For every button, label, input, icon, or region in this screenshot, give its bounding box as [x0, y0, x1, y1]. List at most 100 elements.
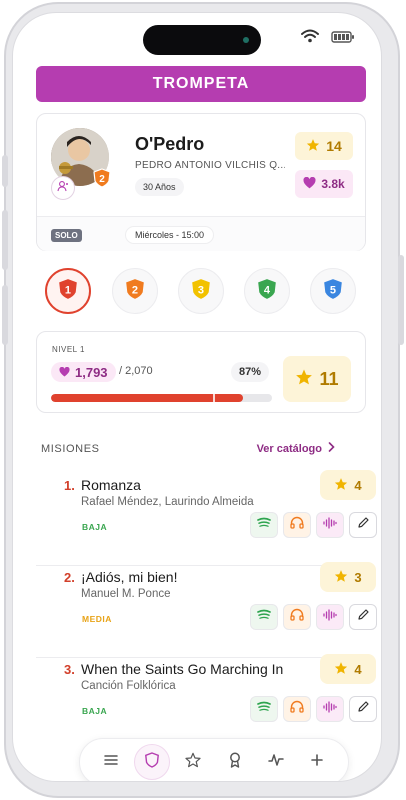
phone-power-button	[398, 255, 404, 345]
spotify-icon	[257, 700, 271, 718]
mission-item[interactable]: 1. Romanza Rafael Méndez, Laurindo Almei…	[36, 470, 377, 566]
spotify-button[interactable]	[250, 512, 278, 538]
listen-button[interactable]	[283, 512, 311, 538]
spotify-button[interactable]	[250, 604, 278, 630]
level-label: NIVEL 1	[52, 345, 85, 354]
spotify-button[interactable]	[250, 696, 278, 722]
phone-volume-up	[2, 210, 8, 270]
dynamic-island	[143, 25, 261, 55]
mission-artist: Manuel M. Ponce	[81, 588, 171, 600]
nav-favorites[interactable]	[175, 744, 211, 780]
nav-activity[interactable]	[258, 744, 294, 780]
app-screen: TROMPETA 2 O'Pedro PEDRO ANTONIO VILCHIS…	[12, 12, 382, 782]
mission-difficulty: BAJA	[82, 706, 108, 716]
mission-item[interactable]: 2. ¡Adiós, mi bien! Manuel M. Ponce MEDI…	[36, 562, 377, 658]
pencil-icon	[357, 516, 370, 534]
mission-stars-count: 4	[354, 477, 362, 493]
shield-icon: 3	[191, 278, 211, 305]
user-icon	[57, 179, 69, 197]
star-icon	[334, 569, 348, 586]
audio-button[interactable]	[316, 512, 344, 538]
mission-title: ¡Adiós, mi bien!	[81, 569, 178, 585]
shield-icon	[145, 751, 159, 773]
award-icon	[229, 752, 241, 773]
edit-button[interactable]	[349, 696, 377, 722]
avatar-level-badge: 2	[93, 168, 111, 188]
profile-name: O'Pedro	[135, 134, 205, 154]
chevron-right-icon	[328, 442, 335, 455]
level-badge-2[interactable]: 2	[112, 268, 158, 314]
nav-add[interactable]	[299, 744, 335, 780]
profile-footer: SOLO Miércoles - 15:00	[37, 216, 365, 251]
level-progress-card[interactable]: NIVEL 1 1,793 / 2,070 87% 11	[36, 331, 366, 413]
mission-actions	[250, 696, 377, 722]
catalog-link-label: Ver catálogo	[256, 442, 322, 455]
mission-number: 1.	[64, 478, 75, 493]
wifi-icon	[301, 29, 319, 48]
star-icon	[334, 477, 348, 494]
catalog-link[interactable]: Ver catálogo	[257, 442, 335, 455]
mission-stars-count: 4	[354, 661, 362, 677]
level-badge-5[interactable]: 5	[310, 268, 356, 314]
audio-button[interactable]	[316, 604, 344, 630]
level-stars-badge: 11	[283, 356, 351, 402]
percent-value: 87%	[239, 366, 262, 378]
hearts-stat[interactable]: 3.8k	[295, 170, 353, 198]
listen-button[interactable]	[283, 604, 311, 630]
status-bar	[301, 29, 355, 48]
instrument-header[interactable]: TROMPETA	[36, 66, 366, 102]
level-badge-3[interactable]: 3	[178, 268, 224, 314]
listen-button[interactable]	[283, 696, 311, 722]
mission-actions	[250, 604, 377, 630]
level-badge-label: 3	[198, 284, 204, 296]
edit-button[interactable]	[349, 604, 377, 630]
mission-number: 3.	[64, 662, 75, 677]
edit-button[interactable]	[349, 512, 377, 538]
phone-side-button	[2, 155, 8, 187]
shield-icon: 1	[58, 278, 78, 305]
pencil-icon	[357, 700, 370, 718]
level-badge-label: 1	[65, 284, 71, 296]
nav-shield[interactable]	[133, 744, 170, 780]
progress-bar	[51, 394, 272, 402]
shield-icon: 5	[323, 278, 343, 305]
stars-stat[interactable]: 14	[295, 132, 353, 160]
level-badge-label: 2	[132, 284, 138, 296]
menu-icon	[103, 753, 118, 771]
spotify-icon	[257, 608, 271, 626]
waveform-icon	[323, 700, 337, 718]
profile-card[interactable]: 2 O'Pedro PEDRO ANTONIO VILCHIS Q... 30 …	[36, 113, 366, 251]
shield-icon: 2	[125, 278, 145, 305]
star-icon	[306, 138, 320, 155]
level-badge-label: 5	[330, 284, 336, 296]
audio-button[interactable]	[316, 696, 344, 722]
mission-stars-count: 3	[354, 569, 362, 585]
level-badge-1[interactable]: 1	[45, 268, 91, 314]
mode-tag: SOLO	[51, 229, 82, 242]
mission-stars: 4	[320, 470, 376, 500]
phone-volume-down	[2, 285, 8, 345]
missions-header: MISIONES	[41, 443, 100, 455]
points-value: 1,793	[75, 364, 108, 380]
mission-actions	[250, 512, 377, 538]
level-badge-4[interactable]: 4	[244, 268, 290, 314]
mission-stars: 3	[320, 562, 376, 592]
mission-artist: Rafael Méndez, Laurindo Almeida	[81, 496, 254, 508]
camera-dot	[243, 37, 249, 43]
shield-icon: 4	[257, 278, 277, 305]
pencil-icon	[357, 608, 370, 626]
mission-title: When the Saints Go Marching In	[81, 661, 284, 677]
mission-item[interactable]: 3. When the Saints Go Marching In Canció…	[36, 654, 377, 750]
nav-menu[interactable]	[93, 744, 129, 780]
percent-pill: 87%	[231, 362, 270, 382]
nav-awards[interactable]	[217, 744, 253, 780]
headphones-icon	[290, 608, 304, 626]
plus-icon	[311, 753, 324, 771]
headphones-icon	[290, 516, 304, 534]
hearts-count: 3.8k	[321, 177, 345, 191]
user-switch-button[interactable]	[51, 176, 75, 200]
profile-full-name: PEDRO ANTONIO VILCHIS Q...	[135, 160, 285, 171]
heart-icon	[59, 365, 70, 380]
schedule-text: Miércoles - 15:00	[135, 230, 205, 240]
mission-artist: Canción Folklórica	[81, 680, 176, 692]
